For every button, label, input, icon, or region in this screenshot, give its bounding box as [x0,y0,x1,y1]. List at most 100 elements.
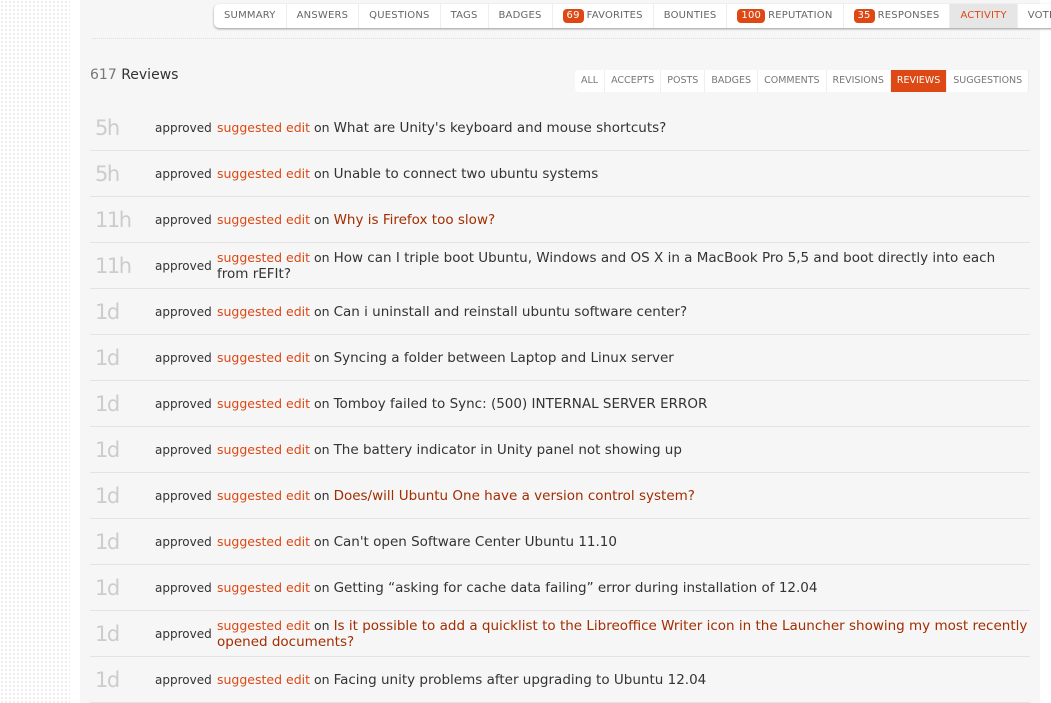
action-label: approved [155,212,212,227]
suggested-edit-link[interactable]: suggested edit [217,580,310,595]
review-description: suggested edit on Can't open Software Ce… [217,534,1030,550]
suggested-edit-link[interactable]: suggested edit [217,672,310,687]
tab-tags[interactable]: TAGS [441,4,489,28]
review-row: 11h approved suggested edit on Why is Fi… [90,197,1030,243]
question-title-link[interactable]: Tomboy failed to Sync: (500) INTERNAL SE… [334,396,708,412]
on-label: on [314,211,330,227]
time-ago: 1d [95,391,120,416]
tab-answers[interactable]: ANSWERS [287,4,360,28]
review-description: suggested edit on Syncing a folder betwe… [217,350,1030,366]
action-label: approved [155,626,212,641]
review-description: suggested edit on Does/will Ubuntu One h… [217,488,1030,504]
tab-bounties[interactable]: BOUNTIES [654,4,728,28]
on-label: on [314,579,330,595]
subtab-revisions[interactable]: REVISIONS [827,70,891,92]
suggested-edit-link[interactable]: suggested edit [217,396,310,411]
action-label: approved [155,120,212,135]
tab-label: TAGS [450,10,478,21]
question-title-link[interactable]: Does/will Ubuntu One have a version cont… [334,488,695,504]
review-description: suggested edit on Why is Firefox too slo… [217,212,1030,228]
suggested-edit-link[interactable]: suggested edit [217,212,310,227]
on-label: on [314,617,330,633]
tab-label: ACTIVITY [960,10,1007,21]
subtab-badges[interactable]: BADGES [705,70,759,92]
subtab-posts[interactable]: POSTS [661,70,706,92]
question-title-link[interactable]: Why is Firefox too slow? [334,212,496,228]
suggested-edit-link[interactable]: suggested edit [217,618,310,633]
time-ago: 1d [95,299,120,324]
count-badge: 35 [853,9,875,23]
action-label: approved [155,488,212,503]
subtab-reviews[interactable]: REVIEWS [890,70,948,92]
tab-activity[interactable]: ACTIVITY [950,4,1018,28]
on-label: on [314,303,330,319]
action-label: approved [155,442,212,457]
on-label: on [314,249,330,265]
time-ago: 11h [95,253,132,278]
question-title-link[interactable]: Getting “asking for cache data failing” … [334,580,818,596]
tab-label: VOTES [1027,10,1051,21]
review-description: suggested edit on The battery indicator … [217,442,1030,458]
subtab-suggestions[interactable]: SUGGESTIONS [947,70,1030,92]
activity-subtabs: ALL ACCEPTS POSTS BADGES COMMENTS REVISIONS RE… [575,70,1030,92]
review-description: suggested edit on Can i uninstall and re… [217,304,1030,320]
suggested-edit-link[interactable]: suggested edit [217,166,310,181]
subtab-all[interactable]: ALL [575,70,606,92]
review-row: 1d approved suggested edit on Is it poss… [90,611,1030,657]
suggested-edit-link[interactable]: suggested edit [217,250,310,265]
suggested-edit-link[interactable]: suggested edit [217,350,310,365]
tab-label: REPUTATION [768,10,833,21]
tab-summary[interactable]: SUMMARY [214,4,287,28]
action-label: approved [155,672,212,687]
suggested-edit-link[interactable]: suggested edit [217,488,310,503]
main-content: SUMMARY ANSWERS QUESTIONS TAGS BADGES 69 FAVOR… [80,0,1051,703]
reviews-count-heading: 617 Reviews [90,67,178,83]
subtab-comments[interactable]: COMMENTS [758,70,827,92]
tab-badges[interactable]: BADGES [489,4,553,28]
action-label: approved [155,258,212,273]
time-ago: 1d [95,667,120,692]
on-label: on [314,671,330,687]
suggested-edit-link[interactable]: suggested edit [217,304,310,319]
dotted-background [0,0,70,703]
tab-questions[interactable]: QUESTIONS [359,4,441,28]
on-label: on [314,349,330,365]
suggested-edit-link[interactable]: suggested edit [217,534,310,549]
tab-label: RESPONSES [877,10,940,21]
question-title-link[interactable]: Facing unity problems after upgrading to… [334,672,707,688]
question-title-link[interactable]: The battery indicator in Unity panel not… [334,442,682,458]
question-title-link[interactable]: Is it possible to add a quicklist to the… [217,618,1027,650]
tab-reputation[interactable]: 100 REPUTATION [727,4,844,28]
question-title-link[interactable]: How can I triple boot Ubuntu, Windows an… [217,250,995,282]
time-ago: 1d [95,345,120,370]
review-row: 11h approved suggested edit on How can I… [90,243,1030,289]
suggested-edit-link[interactable]: suggested edit [217,442,310,457]
time-ago: 1d [95,529,120,554]
review-row: 1d approved suggested edit on The batter… [90,427,1030,473]
tab-label: BOUNTIES [663,10,717,21]
time-ago: 1d [95,437,120,462]
tab-votes[interactable]: VOTES [1018,4,1051,28]
tab-label: ANSWERS [296,10,349,21]
review-row: 1d approved suggested edit on Does/will … [90,473,1030,519]
review-description: suggested edit on Tomboy failed to Sync:… [217,396,1030,412]
reviews-count: 617 [90,67,117,83]
on-label: on [314,441,330,457]
suggested-edit-link[interactable]: suggested edit [217,120,310,135]
tab-label: BADGES [498,10,542,21]
review-row: 1d approved suggested edit on Facing uni… [90,657,1030,703]
question-title-link[interactable]: Can i uninstall and reinstall ubuntu sof… [334,304,688,320]
question-title-link[interactable]: Unable to connect two ubuntu systems [334,166,599,182]
action-label: approved [155,534,212,549]
tab-responses[interactable]: 35 RESPONSES [844,4,951,28]
question-title-link[interactable]: Syncing a folder between Laptop and Linu… [334,350,674,366]
review-list: 5h approved suggested edit on What are U… [90,105,1030,703]
count-badge: 69 [562,9,584,23]
time-ago: 5h [95,161,120,186]
question-title-link[interactable]: Can't open Software Center Ubuntu 11.10 [334,534,617,550]
tab-favorites[interactable]: 69 FAVORITES [553,4,654,28]
question-title-link[interactable]: What are Unity's keyboard and mouse shor… [334,120,667,136]
action-label: approved [155,350,212,365]
subtab-accepts[interactable]: ACCEPTS [605,70,662,92]
tab-label: FAVORITES [586,10,643,21]
